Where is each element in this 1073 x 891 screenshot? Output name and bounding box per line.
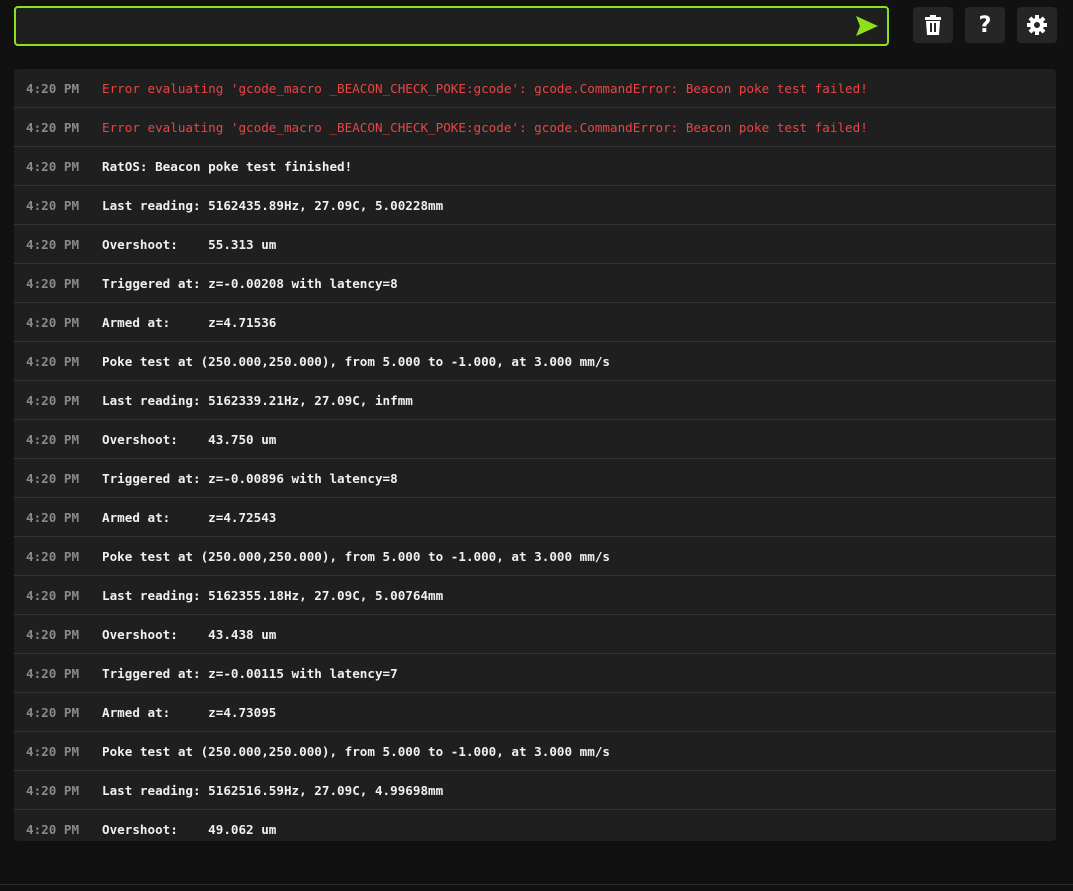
log-entry: 4:20 PM Armed at: z=4.71536 (14, 303, 1056, 342)
log-message: Poke test at (250.000,250.000), from 5.0… (102, 548, 610, 564)
log-timestamp: 4:20 PM (26, 626, 80, 642)
log-entry: 4:20 PM Last reading: 5162339.21Hz, 27.09… (14, 381, 1056, 420)
log-entry: 4:20 PM Triggered at: z=-0.00896 with lat… (14, 459, 1056, 498)
log-message: RatOS: Beacon poke test finished! (102, 158, 353, 174)
log-entry: 4:20 PM Triggered at: z=-0.00208 with lat… (14, 264, 1056, 303)
help-icon: ? (978, 12, 992, 38)
log-timestamp: 4:20 PM (26, 353, 80, 369)
log-timestamp: 4:20 PM (26, 431, 80, 447)
log-timestamp: 4:20 PM (26, 236, 80, 252)
gear-icon (1027, 15, 1047, 35)
log-message: Last reading: 5162339.21Hz, 27.09C, infm… (102, 392, 413, 408)
log-message: Poke test at (250.000,250.000), from 5.0… (102, 353, 610, 369)
log-entry: 4:20 PM Armed at: z=4.72543 (14, 498, 1056, 537)
log-message: Last reading: 5162355.18Hz, 27.09C, 5.00… (102, 587, 444, 603)
help-button[interactable]: ? (965, 7, 1005, 43)
log-entry: 4:20 PM Armed at: z=4.73095 (14, 693, 1056, 732)
log-timestamp: 4:20 PM (26, 587, 80, 603)
send-icon[interactable] (855, 15, 879, 37)
log-message: Triggered at: z=-0.00115 with latency=7 (102, 665, 398, 681)
log-timestamp: 4:20 PM (26, 821, 80, 837)
log-timestamp: 4:20 PM (26, 314, 80, 330)
console-log[interactable]: 4:20 PM Error evaluating 'gcode_macro _BE… (14, 69, 1056, 841)
log-entry: 4:20 PM Overshoot: 49.062 um (14, 810, 1056, 841)
log-message: Triggered at: z=-0.00896 with latency=8 (102, 470, 398, 486)
log-message: Overshoot: 43.438 um (102, 626, 277, 642)
command-input[interactable] (16, 8, 856, 44)
log-error-message: Error evaluating 'gcode_macro _BEACON_CH… (102, 80, 868, 96)
log-message: Poke test at (250.000,250.000), from 5.0… (102, 743, 610, 759)
trash-icon (925, 15, 941, 35)
settings-button[interactable] (1017, 7, 1057, 43)
log-entry: 4:20 PM Overshoot: 43.438 um (14, 615, 1056, 654)
log-message: Armed at: z=4.72543 (102, 509, 277, 525)
log-message: Armed at: z=4.73095 (102, 704, 277, 720)
log-message: Armed at: z=4.71536 (102, 314, 277, 330)
log-timestamp: 4:20 PM (26, 470, 80, 486)
log-timestamp: 4:20 PM (26, 275, 80, 291)
log-timestamp: 4:20 PM (26, 80, 80, 96)
log-message: Overshoot: 49.062 um (102, 821, 277, 837)
log-entry: 4:20 PM Overshoot: 55.313 um (14, 225, 1056, 264)
log-timestamp: 4:20 PM (26, 509, 80, 525)
log-timestamp: 4:20 PM (26, 119, 80, 135)
log-entry: 4:20 PM Error evaluating 'gcode_macro _BE… (14, 69, 1056, 108)
log-timestamp: 4:20 PM (26, 197, 80, 213)
log-entry: 4:20 PM RatOS: Beacon poke test finished! (14, 147, 1056, 186)
command-input-box[interactable] (14, 6, 889, 46)
log-message: Triggered at: z=-0.00208 with latency=8 (102, 275, 398, 291)
log-timestamp: 4:20 PM (26, 704, 80, 720)
log-message: Last reading: 5162435.89Hz, 27.09C, 5.00… (102, 197, 444, 213)
log-entry: 4:20 PM Last reading: 5162355.18Hz, 27.09… (14, 576, 1056, 615)
log-timestamp: 4:20 PM (26, 743, 80, 759)
log-entry: 4:20 PM Last reading: 5162435.89Hz, 27.09… (14, 186, 1056, 225)
log-entry: 4:20 PM Overshoot: 43.750 um (14, 420, 1056, 459)
log-entry: 4:20 PM Last reading: 5162516.59Hz, 27.09… (14, 771, 1056, 810)
log-error-message: Error evaluating 'gcode_macro _BEACON_CH… (102, 119, 868, 135)
log-entry: 4:20 PM Error evaluating 'gcode_macro _BE… (14, 108, 1056, 147)
log-message: Overshoot: 43.750 um (102, 431, 277, 447)
log-timestamp: 4:20 PM (26, 548, 80, 564)
log-entry: 4:20 PM Triggered at: z=-0.00115 with lat… (14, 654, 1056, 693)
log-message: Overshoot: 55.313 um (102, 236, 277, 252)
log-entry: 4:20 PM Poke test at (250.000,250.000), f… (14, 537, 1056, 576)
clear-console-button[interactable] (913, 7, 953, 43)
log-timestamp: 4:20 PM (26, 392, 80, 408)
log-entry: 4:20 PM Poke test at (250.000,250.000), f… (14, 342, 1056, 381)
log-message: Last reading: 5162516.59Hz, 27.09C, 4.99… (102, 782, 444, 798)
divider (0, 884, 1073, 885)
log-timestamp: 4:20 PM (26, 665, 80, 681)
log-timestamp: 4:20 PM (26, 158, 80, 174)
log-timestamp: 4:20 PM (26, 782, 80, 798)
log-entry: 4:20 PM Poke test at (250.000,250.000), f… (14, 732, 1056, 771)
